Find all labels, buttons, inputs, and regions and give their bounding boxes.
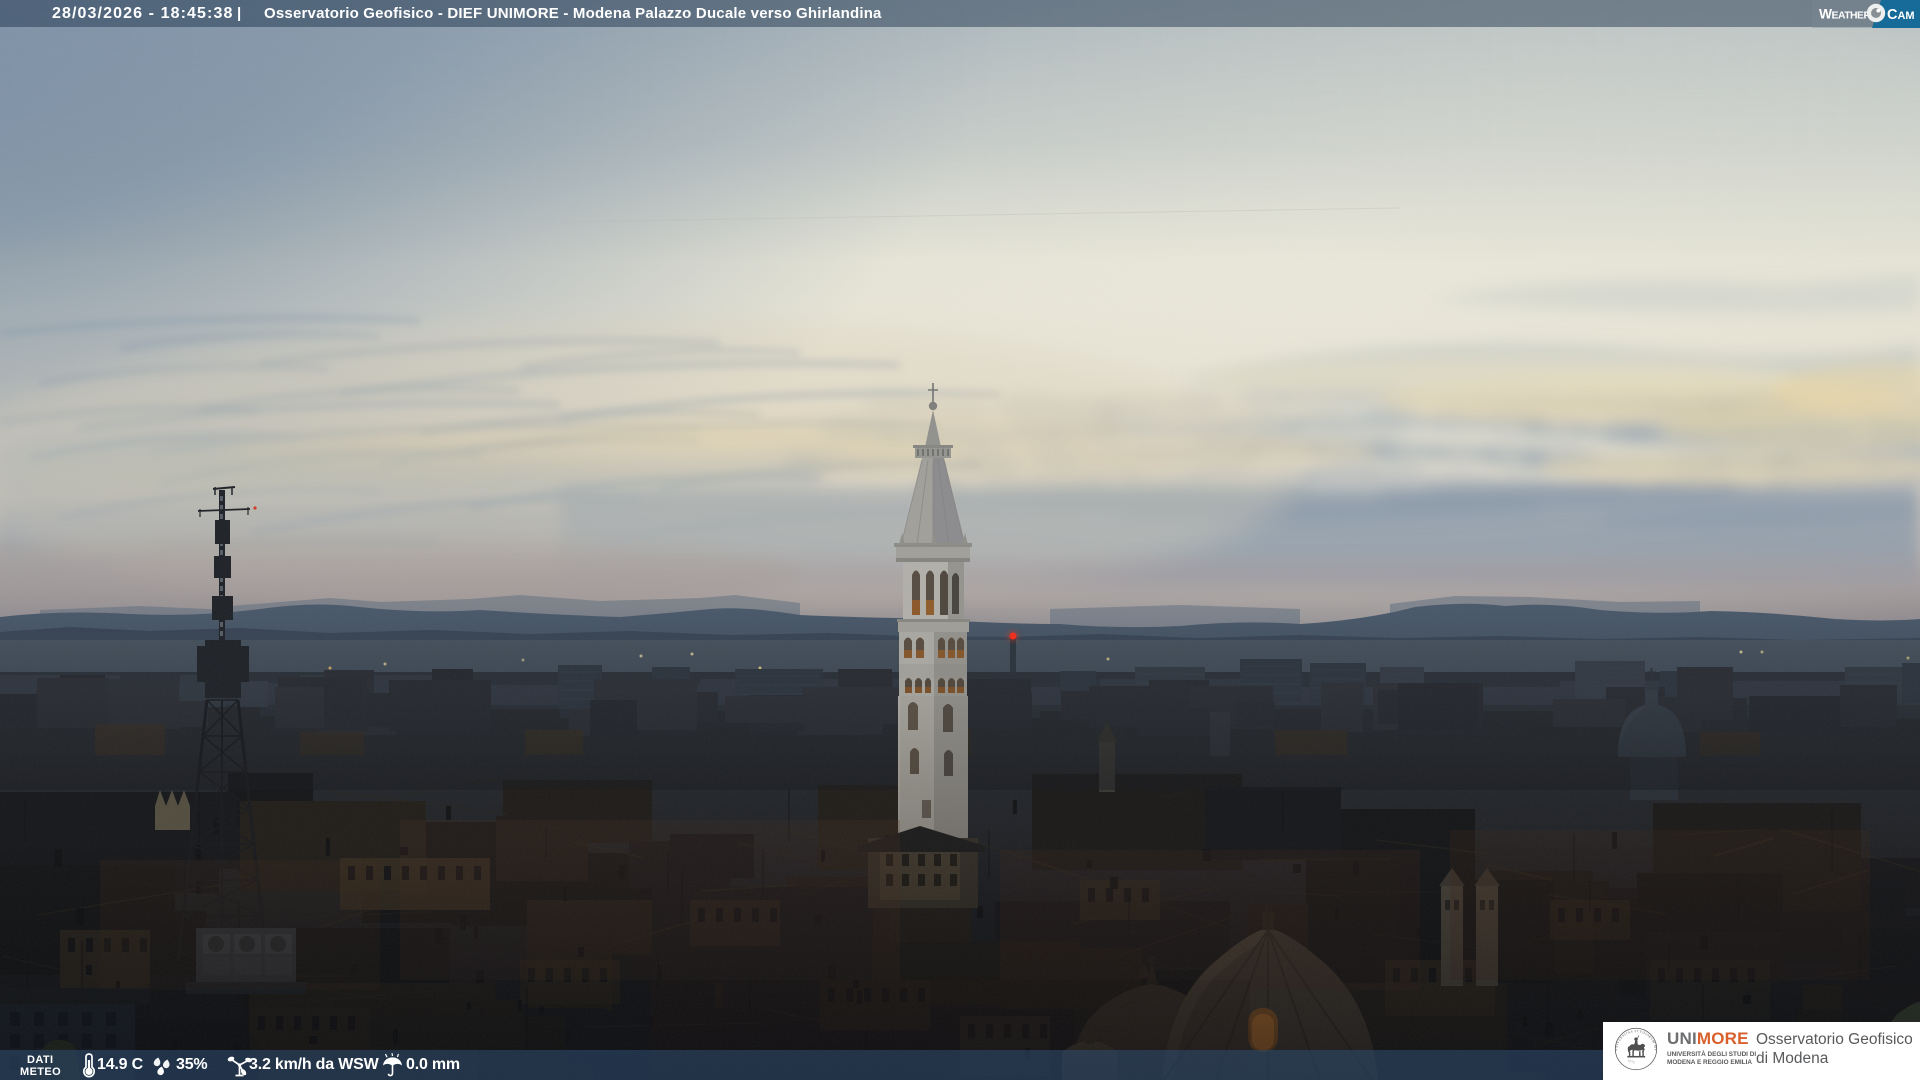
svg-text:1175: 1175	[1627, 1058, 1635, 1064]
svg-text:CAM: CAM	[1887, 7, 1915, 23]
